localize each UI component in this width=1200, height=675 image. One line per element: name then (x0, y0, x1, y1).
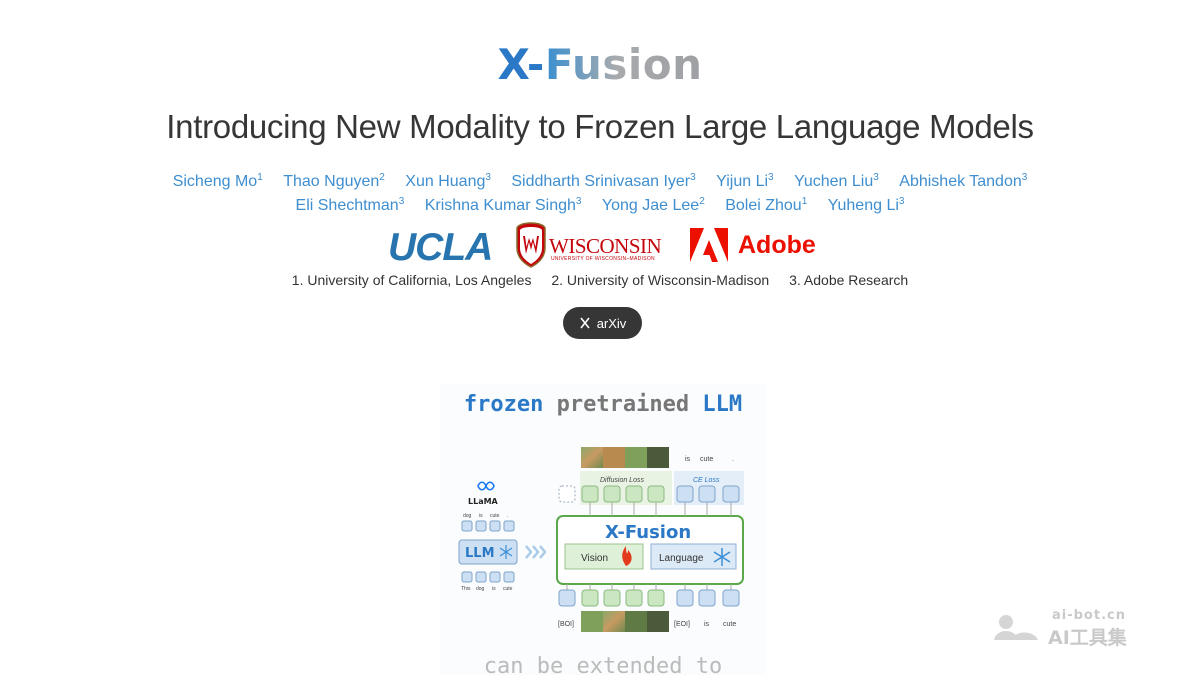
author-link[interactable]: Yijun Li3 (716, 172, 773, 191)
affiliation-item: 1. University of California, Los Angeles (291, 272, 532, 288)
ucla-logo: UCLA (388, 226, 493, 269)
small-bottom-word: is (492, 586, 496, 592)
arxiv-label: arXiv (596, 315, 627, 331)
wisconsin-subtitle: UNIVERSITY OF WISCONSIN–MADISON (551, 256, 655, 262)
authors-row-2: Eli Shechtman3 Krishna Kumar Singh3 Yong… (0, 196, 1200, 215)
wisconsin-logo: WISCONSIN UNIVERSITY OF WISCONSIN–MADISO… (515, 222, 665, 268)
top-image-patches (581, 447, 669, 468)
output-token-row (558, 485, 740, 503)
small-top-word: is (479, 513, 483, 519)
top-token-is: is (685, 456, 691, 463)
affiliation-item: 3. Adobe Research (789, 272, 909, 288)
title-x: X- (497, 40, 545, 89)
author-link[interactable]: Bolei Zhou1 (725, 196, 807, 215)
top-token-cute: cute (700, 456, 713, 463)
top-token-dot: . (732, 456, 734, 463)
authors-row-1: Sicheng Mo1 Thao Nguyen2 Xun Huang3 Sidd… (0, 172, 1200, 191)
meta-icon (477, 481, 495, 491)
xfusion-box-label: X-Fusion (605, 522, 691, 543)
watermark-top: ai-bot.cn (1052, 608, 1126, 623)
small-bottom-word: This (461, 586, 471, 592)
small-bottom-word: cute (503, 586, 513, 592)
institution-logos: UCLA WISCONSIN UNIVERSITY OF WISCONSIN–M… (0, 222, 1200, 270)
author-link[interactable]: Thao Nguyen2 (283, 172, 385, 191)
bottom-token-cute: cute (723, 621, 736, 628)
adobe-mark-icon (690, 228, 728, 262)
input-token-row (558, 589, 740, 607)
watermark: ai-bot.cn AI工具集 (992, 606, 1148, 649)
author-link[interactable]: Xun Huang3 (405, 172, 491, 191)
project-logo-title: X-Fusion (0, 40, 1200, 89)
arxiv-button[interactable]: arXiv (563, 307, 642, 339)
bottom-token-eoi: [EOI] (674, 621, 690, 628)
page-subtitle: Introducing New Modality to Frozen Large… (166, 108, 1034, 145)
author-link[interactable]: Yuchen Liu3 (794, 172, 879, 191)
language-label: Language (659, 553, 704, 564)
small-top-word: cute (490, 513, 500, 519)
affiliation-item: 2. University of Wisconsin-Madison (551, 272, 770, 288)
author-link[interactable]: Krishna Kumar Singh3 (425, 196, 582, 215)
vision-label: Vision (581, 553, 608, 564)
teaser-figure: frozen pretrained LLM is cute . Diffusio… (440, 384, 766, 675)
bottom-image-patches (581, 611, 669, 632)
watermark-bottom: AI工具集 (1048, 627, 1127, 649)
title-fusion: Fusion (544, 40, 703, 89)
author-link[interactable]: Eli Shechtman3 (296, 196, 405, 215)
ce-loss-label: CE Loss (693, 477, 720, 484)
author-link[interactable]: Abhishek Tandon3 (899, 172, 1027, 191)
small-top-word: . (507, 513, 508, 519)
author-link[interactable]: Siddharth Srinivasan Iyer3 (511, 172, 695, 191)
author-link[interactable]: Yong Jae Lee2 (602, 196, 705, 215)
adobe-wordmark: Adobe (738, 231, 816, 259)
small-top-word: dog (463, 513, 472, 519)
bottom-token-is: is (704, 621, 710, 628)
author-link[interactable]: Yuheng Li3 (828, 196, 905, 215)
author-link[interactable]: Sicheng Mo1 (173, 172, 263, 191)
llama-label: LLaMA (468, 497, 499, 506)
arxiv-icon (580, 317, 590, 329)
affiliations: 1. University of California, Los Angeles… (0, 272, 1200, 288)
small-llm-label: LLM (465, 546, 495, 561)
diffusion-loss-label: Diffusion Loss (600, 477, 644, 484)
figure-bottom-caption: can be extended to (483, 654, 723, 675)
small-bottom-word: dog (476, 586, 485, 592)
chevron-arrows-icon (525, 545, 547, 559)
architecture-diagram: is cute . Diffusion Loss CE Loss X-Fusio… (458, 447, 744, 632)
bottom-token-boi: [BOI] (558, 621, 574, 628)
watermark-logo-icon (994, 615, 1038, 640)
wisconsin-crest-icon (516, 222, 546, 268)
